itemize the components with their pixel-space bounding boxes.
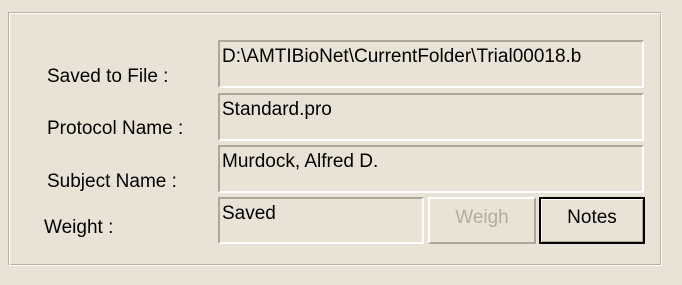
- protocol-name-field: Standard.pro: [218, 93, 644, 141]
- protocol-name-label: Protocol Name :: [47, 118, 184, 139]
- weight-label: Weight :: [44, 217, 114, 238]
- weight-field: Saved: [218, 197, 424, 244]
- weigh-button[interactable]: Weigh: [428, 197, 536, 244]
- saved-to-file-label: Saved to File :: [47, 66, 169, 87]
- saved-to-file-field: D:\AMTIBioNet\CurrentFolder\Trial00018.b: [218, 40, 644, 88]
- subject-name-field: Murdock, Alfred D.: [218, 145, 644, 193]
- notes-button[interactable]: Notes: [539, 197, 645, 244]
- subject-name-label: Subject Name :: [47, 171, 177, 192]
